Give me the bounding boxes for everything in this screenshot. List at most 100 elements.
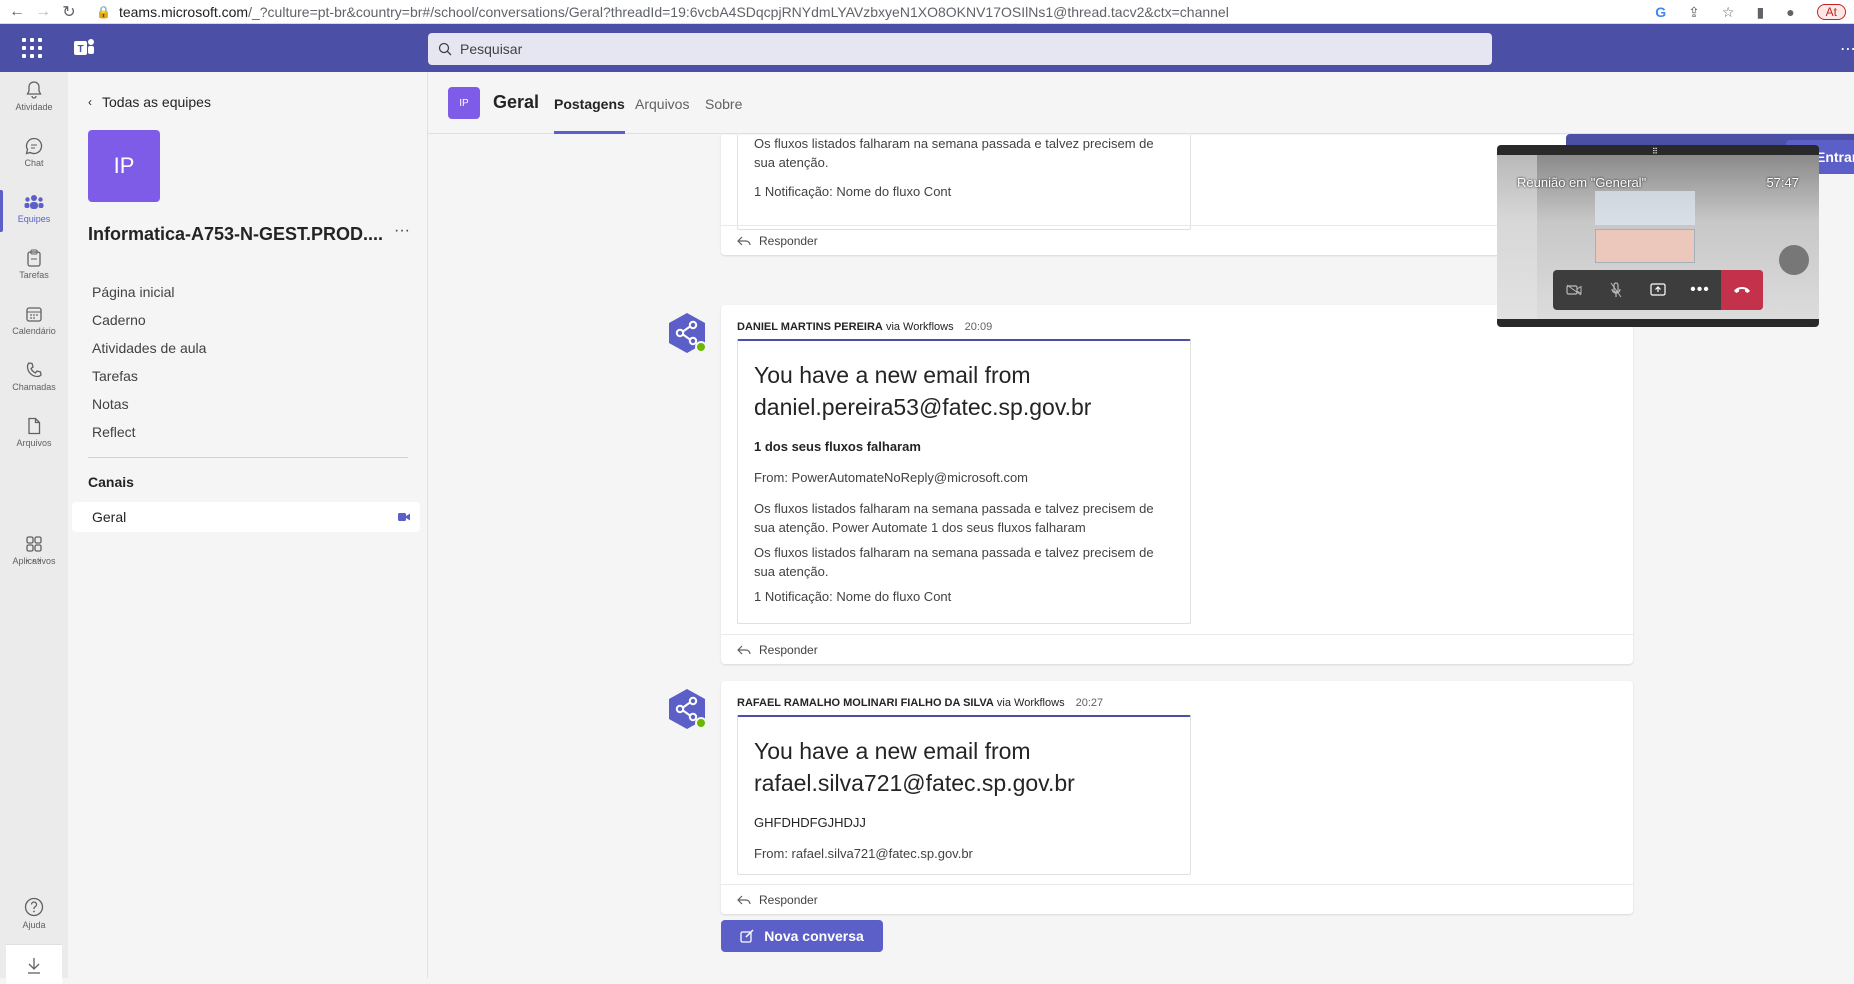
chat-icon [25,137,43,155]
address-bar[interactable]: 🔒 teams.microsoft.com/_?culture=pt-br&co… [96,4,1229,20]
meeting-title: Reunião em "General" [1517,175,1647,190]
more-options-icon[interactable]: ⋯ [1840,39,1854,59]
channel-header: IP Geral Postagens Arquivos Sobre [428,72,1854,134]
browser-toolbar: ← → ↻ 🔒 teams.microsoft.com/_?culture=pt… [0,0,1854,24]
teams-topbar: T Pesquisar ⋯ [0,24,1854,72]
all-teams-link[interactable]: ‹ Todas as equipes [88,94,211,110]
team-nav-item-reflect[interactable]: Reflect [92,418,206,446]
rail-item-assignments[interactable]: Tarefas [0,240,68,296]
svg-text:T: T [77,44,83,55]
post: DANIEL MARTINS PEREIRA via Workflows 20:… [721,305,1633,664]
card-heading: You have a new email from rafael.silva72… [754,738,1075,796]
reply-icon [737,236,751,246]
post: RAFAEL RAMALHO MOLINARI FIALHO DA SILVA … [721,681,1633,914]
card-body: 1 Notificação: Nome do fluxo Cont [754,184,952,199]
calendar-icon [26,307,42,322]
profile-icon[interactable]: ● [1786,4,1794,20]
url-host: teams.microsoft.com [118,3,249,20]
all-teams-label: Todas as equipes [102,94,211,110]
camera-off-button[interactable] [1553,270,1595,310]
participant-avatar [1779,245,1809,275]
rail-item-apps[interactable]: Aplicativos [0,526,68,582]
more-actions-button[interactable]: ••• [1679,270,1721,310]
rail-label: Atividade [15,102,53,112]
rail-item-activity[interactable]: Atividade [0,72,68,128]
card-subject: GHFDHDFGJHDJJ [754,815,866,830]
rail-item-help[interactable]: Ajuda [0,888,68,944]
rail-item-files[interactable]: Arquivos [0,408,68,464]
video-meeting-icon [398,513,410,521]
reply-icon [737,645,751,655]
tab-postagens[interactable]: Postagens [554,96,625,134]
card-heading: You have a new email from daniel.pereira… [754,362,1092,420]
team-avatar: IP [88,130,160,202]
app-launcher-icon[interactable] [22,38,42,58]
card-body: Os fluxos listados falharam na semana pa… [754,136,1154,170]
tab-sobre[interactable]: Sobre [705,96,742,134]
card-body: Os fluxos listados falharam na semana pa… [754,501,1154,535]
hang-up-icon [1734,287,1750,293]
rail-item-calendar[interactable]: Calendário [0,296,68,352]
post-meta: DANIEL MARTINS PEREIRA via Workflows 20:… [737,321,992,333]
post-author[interactable]: RAFAEL RAMALHO MOLINARI FIALHO DA SILVA [737,697,994,709]
app-rail: Atividade Chat Equipes Tarefas Calendári… [0,72,68,984]
profile-badge[interactable]: At [1816,4,1846,20]
channel-item-geral[interactable]: Geral [72,502,420,532]
share-screen-icon [1650,283,1666,296]
search-placeholder: Pesquisar [460,41,523,57]
rail-item-teams[interactable]: Equipes [0,184,68,240]
camera-off-icon [1566,284,1582,296]
mic-off-button[interactable] [1595,270,1637,310]
share-icon[interactable]: ⇪ [1688,4,1700,21]
post-via: via Workflows [996,697,1065,709]
team-nav-item-notebook[interactable]: Caderno [92,306,206,334]
teams-logo-icon: T [74,39,94,55]
card-from: From: rafael.silva721@fatec.sp.gov.br [754,846,973,861]
download-app-button[interactable] [6,944,62,984]
hang-up-button[interactable] [1721,270,1763,310]
channel-label: Geral [92,509,127,525]
star-icon[interactable]: ☆ [1722,4,1735,21]
rail-item-chat[interactable]: Chat [0,128,68,184]
team-nav-item-assignments[interactable]: Atividades de aula [92,334,206,362]
new-conversation-button[interactable]: Nova conversa [721,920,883,952]
team-nav-item-grades[interactable]: Notas [92,390,206,418]
reload-icon[interactable]: ↻ [60,2,78,22]
team-nav: Página inicial Caderno Atividades de aul… [92,278,206,446]
reply-button[interactable]: Responder [721,884,1633,914]
post-time: 20:27 [1075,697,1104,709]
compose-icon [740,929,754,943]
reply-icon [737,895,751,905]
rail-item-calls[interactable]: Chamadas [0,352,68,408]
search-input[interactable]: Pesquisar [428,33,1492,65]
adaptive-card: You have a new email from rafael.silva72… [737,715,1191,875]
reply-button[interactable]: Responder [721,634,1633,664]
rail-label: Aplicativos [12,556,56,566]
rail-label: Arquivos [16,438,52,448]
presence-available-icon [695,717,707,729]
google-icon[interactable]: G [1655,4,1666,20]
channel-avatar: IP [448,87,480,119]
rail-label: Calendário [12,326,56,336]
more-icon: ••• [1690,281,1710,298]
team-nav-item-home[interactable]: Página inicial [92,278,206,306]
help-icon [24,897,44,917]
url-path: /_?culture=pt-br&country=br#/school/conv… [248,3,1229,20]
back-icon[interactable]: ← [8,3,26,21]
tab-arquivos[interactable]: Arquivos [635,96,689,134]
meeting-mini-window[interactable]: ⠿ Reunião em "General" 57:47 ••• [1497,145,1819,327]
avatar [665,687,709,731]
team-name: Informatica-A753-N-GEST.PROD.... [88,224,384,244]
sidepanel-icon[interactable]: ▮ [1756,4,1764,21]
card-from: From: PowerAutomateNoReply@microsoft.com [754,470,1028,485]
presence-available-icon [695,341,707,353]
forward-icon[interactable]: → [34,3,52,21]
teams-icon [24,195,44,209]
post-author[interactable]: DANIEL MARTINS PEREIRA [737,321,883,333]
team-nav-item-tasks[interactable]: Tarefas [92,362,206,390]
divider [88,457,408,458]
team-more-icon[interactable]: ··· [394,222,410,240]
rail-label: Chat [24,158,44,168]
share-screen-button[interactable] [1637,270,1679,310]
post-meta: RAFAEL RAMALHO MOLINARI FIALHO DA SILVA … [737,697,1103,709]
